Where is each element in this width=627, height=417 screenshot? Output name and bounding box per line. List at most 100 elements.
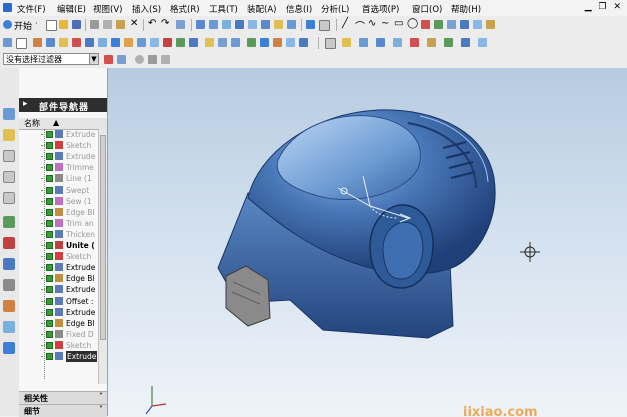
filter-reset-icon[interactable]	[104, 55, 113, 64]
snap-icon[interactable]	[3, 38, 12, 47]
tree-row[interactable]: Extrude	[19, 262, 98, 273]
more-tools-icon[interactable]	[478, 38, 487, 47]
constraint-icon[interactable]	[163, 38, 172, 47]
tree-row[interactable]: Sketch	[19, 251, 98, 262]
checkbox-icon[interactable]	[46, 297, 53, 305]
sew-icon[interactable]	[260, 38, 269, 47]
layer-icon[interactable]	[306, 20, 315, 29]
tree-row[interactable]: Sketch	[19, 140, 98, 151]
select-all-icon[interactable]	[161, 55, 170, 64]
restore-icon[interactable]: ❐	[599, 2, 607, 12]
minimize-icon[interactable]: ▁	[585, 2, 592, 12]
details-panel-header[interactable]: 细节 ˅	[19, 404, 107, 417]
trim-icon[interactable]	[247, 38, 256, 47]
hole-icon[interactable]	[393, 38, 402, 47]
tree-row[interactable]: Unite (	[19, 240, 98, 251]
mirror-icon[interactable]	[189, 38, 198, 47]
datum-icon[interactable]	[447, 20, 456, 29]
copy-icon[interactable]	[103, 20, 112, 29]
tree-row[interactable]: Extrude	[19, 284, 98, 295]
chevron-down-icon[interactable]: ▼	[89, 53, 99, 65]
redo-icon[interactable]: ↷	[161, 18, 169, 29]
sheet-icon[interactable]	[16, 38, 27, 49]
model-dome[interactable]	[276, 115, 421, 200]
process-studio-icon[interactable]	[3, 279, 15, 291]
start-button[interactable]: 开始	[14, 19, 32, 32]
draft-icon[interactable]	[427, 38, 436, 47]
spline-icon[interactable]: ∼	[381, 18, 389, 29]
tree-row[interactable]: Sketch	[19, 340, 98, 351]
checkbox-icon[interactable]	[46, 131, 53, 138]
checkbox-icon[interactable]	[46, 330, 53, 338]
filter-type-icon[interactable]	[117, 55, 126, 64]
menu-view[interactable]: 视图(V)	[93, 3, 122, 15]
menu-preferences[interactable]: 首选项(P)	[362, 3, 399, 15]
tree-row[interactable]: Thicken	[19, 229, 98, 240]
menu-format[interactable]: 格式(R)	[170, 3, 200, 15]
shaded-icon[interactable]	[248, 20, 257, 29]
zoom-icon[interactable]	[209, 20, 218, 29]
unite-icon[interactable]	[286, 38, 295, 47]
chamfer-icon[interactable]	[376, 38, 385, 47]
checkbox-icon[interactable]	[46, 341, 53, 349]
delete-icon[interactable]: ✕	[130, 18, 138, 29]
open-icon[interactable]	[59, 20, 68, 29]
shell-icon[interactable]	[218, 38, 227, 47]
navigator-scrollbar[interactable]	[98, 129, 107, 384]
part-icon[interactable]	[33, 38, 42, 47]
reuse-library-icon[interactable]	[3, 171, 15, 183]
sort-ascending-icon[interactable]: ▲	[53, 118, 59, 127]
selection-filter-select[interactable]: 没有选择过滤器	[3, 53, 91, 65]
offset-icon[interactable]	[231, 38, 240, 47]
boss-icon[interactable]	[410, 38, 419, 47]
selection-icon[interactable]	[135, 55, 144, 64]
pattern-icon[interactable]	[205, 38, 214, 47]
wireframe-icon[interactable]	[261, 20, 270, 29]
point-icon[interactable]	[421, 20, 430, 29]
start-icon[interactable]	[3, 20, 12, 29]
checkbox-icon[interactable]	[46, 275, 53, 283]
fit-icon[interactable]	[196, 20, 205, 29]
assembly-navigator-icon[interactable]	[3, 108, 15, 120]
tree-row[interactable]: Extrude	[19, 307, 98, 318]
system-materials-icon[interactable]	[3, 258, 15, 270]
checkbox-icon[interactable]	[46, 164, 53, 172]
column-header-name[interactable]: 名称	[24, 118, 40, 129]
chevron-down-icon[interactable]: ˅	[99, 405, 103, 414]
roles-icon[interactable]	[3, 321, 15, 333]
menu-window[interactable]: 窗口(O)	[412, 3, 442, 15]
tree-row[interactable]: Trim an	[19, 218, 98, 229]
history-icon[interactable]	[3, 237, 15, 249]
details-panel-title[interactable]: 细节	[24, 406, 40, 417]
tree-row[interactable]: Edge Bl	[19, 273, 98, 284]
checkbox-icon[interactable]	[46, 286, 53, 294]
tree-row[interactable]: Fixed D	[19, 329, 98, 340]
assembly-icon[interactable]	[111, 38, 120, 47]
tree-row[interactable]: Extrude	[19, 351, 98, 362]
tree-row[interactable]: Edge Bl	[19, 207, 98, 218]
rectangle-icon[interactable]: ▭	[394, 18, 403, 29]
component-icon[interactable]	[98, 38, 107, 47]
menu-info[interactable]: 信息(I)	[286, 3, 312, 15]
checkbox-icon[interactable]	[46, 308, 53, 316]
menu-help[interactable]: 帮助(H)	[451, 3, 481, 15]
grid-icon[interactable]	[325, 38, 336, 49]
helmet-model[interactable]	[217, 109, 496, 339]
close-icon[interactable]: ✕	[613, 2, 621, 12]
rotate-icon[interactable]	[235, 20, 244, 29]
chevron-down-icon[interactable]: ˅	[99, 392, 103, 401]
manufacturing-wizard-icon[interactable]	[3, 300, 15, 312]
measure-icon[interactable]	[176, 38, 185, 47]
thicken-icon[interactable]	[273, 38, 282, 47]
tree-row[interactable]: Extrude	[19, 129, 98, 140]
revolve-tool-icon[interactable]	[473, 20, 482, 29]
view-orient-icon[interactable]	[274, 20, 283, 29]
sketch-tool-icon[interactable]	[137, 38, 146, 47]
checkbox-icon[interactable]	[46, 264, 53, 272]
pan-icon[interactable]	[222, 20, 231, 29]
tree-row[interactable]: Trimme	[19, 162, 98, 173]
edge-icon[interactable]	[72, 38, 81, 47]
checkbox-icon[interactable]	[46, 186, 53, 194]
save-icon[interactable]	[72, 20, 81, 29]
dependencies-panel-header[interactable]: 相关性 ˅	[19, 391, 107, 404]
